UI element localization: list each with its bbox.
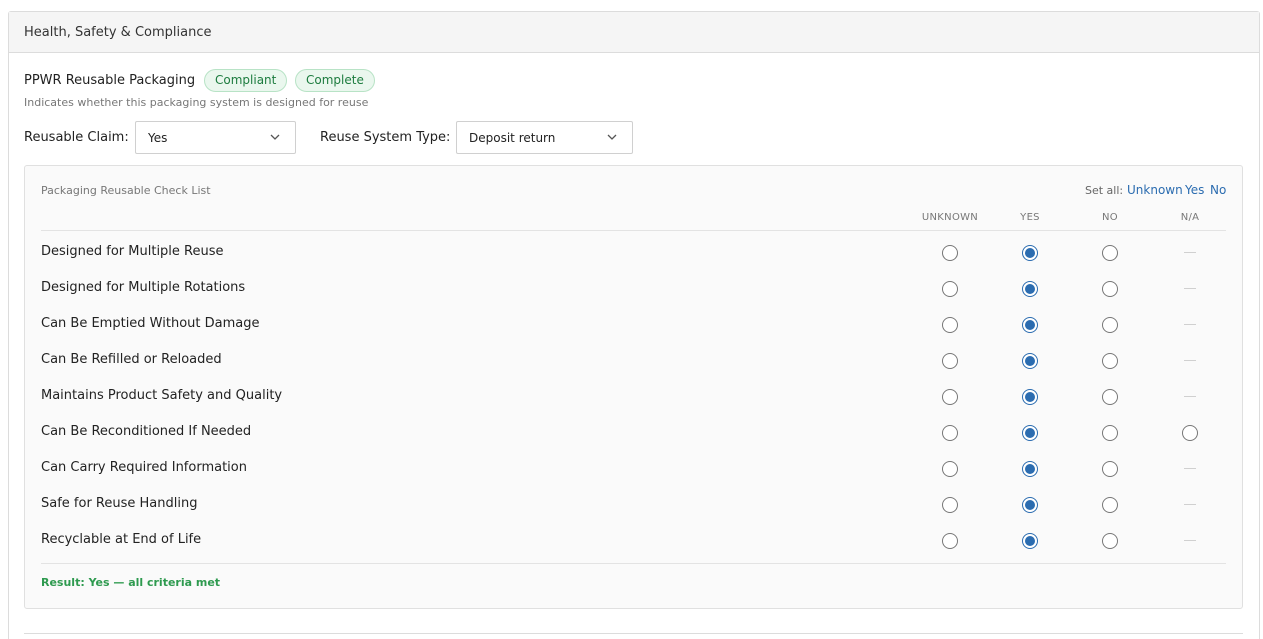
radio-unknown[interactable] [942, 425, 958, 441]
checklist-row: Recyclable at End of Life [25, 523, 1242, 559]
reuse-system-type-value: Deposit return [469, 131, 556, 145]
section-title: PPWR Reusable Packaging [24, 73, 196, 88]
radio-yes[interactable] [1022, 461, 1038, 477]
panel-title: Health, Safety & Compliance [24, 25, 212, 40]
compliance-panel: Health, Safety & Compliance PPWR Reusabl… [8, 11, 1260, 639]
set-all-no-link[interactable]: No [1210, 183, 1226, 197]
reusable-claim-select[interactable]: Yes [135, 121, 296, 154]
radio-no[interactable] [1102, 497, 1118, 513]
checklist-row: Can Carry Required Information [25, 451, 1242, 487]
na-unavailable-dash [1184, 252, 1196, 253]
reuse-system-type-label: Reuse System Type: [320, 130, 451, 145]
radio-no[interactable] [1102, 317, 1118, 333]
radio-yes[interactable] [1022, 425, 1038, 441]
radio-no[interactable] [1102, 281, 1118, 297]
checklist-row: Designed for Multiple Reuse [25, 235, 1242, 271]
radio-yes[interactable] [1022, 353, 1038, 369]
checklist-row: Can Be Emptied Without Damage [25, 307, 1242, 343]
radio-no[interactable] [1102, 461, 1118, 477]
footer-divider [41, 563, 1226, 564]
na-unavailable-dash [1184, 288, 1196, 289]
header-divider [41, 230, 1226, 231]
reuse-system-type-select[interactable]: Deposit return [456, 121, 633, 154]
radio-unknown[interactable] [942, 317, 958, 333]
radio-unknown[interactable] [942, 281, 958, 297]
checklist-row: Maintains Product Safety and Quality [25, 379, 1242, 415]
radio-no[interactable] [1102, 389, 1118, 405]
checklist-row-label: Can Be Refilled or Reloaded [41, 352, 222, 367]
radio-unknown[interactable] [942, 353, 958, 369]
checklist-row: Can Be Reconditioned If Needed [25, 415, 1242, 451]
checklist-title: Packaging Reusable Check List [41, 184, 211, 197]
radio-yes[interactable] [1022, 245, 1038, 261]
section-divider [24, 633, 1243, 634]
chevron-down-icon [607, 134, 617, 140]
radio-unknown[interactable] [942, 389, 958, 405]
radio-na[interactable] [1182, 425, 1198, 441]
radio-no[interactable] [1102, 353, 1118, 369]
column-header-unknown: UNKNOWN [921, 212, 979, 223]
radio-no[interactable] [1102, 245, 1118, 261]
radio-yes[interactable] [1022, 389, 1038, 405]
reusable-claim-value: Yes [148, 131, 168, 145]
radio-unknown[interactable] [942, 461, 958, 477]
radio-yes[interactable] [1022, 497, 1038, 513]
radio-no[interactable] [1102, 533, 1118, 549]
radio-unknown[interactable] [942, 497, 958, 513]
checklist-row-label: Designed for Multiple Rotations [41, 280, 246, 295]
checklist-row-label: Recyclable at End of Life [41, 532, 202, 547]
set-all-yes-link[interactable]: Yes [1185, 183, 1204, 197]
checklist-row: Safe for Reuse Handling [25, 487, 1242, 523]
checklist-row-label: Can Carry Required Information [41, 460, 247, 475]
reusable-checklist: Packaging Reusable Check List Set all: U… [24, 165, 1243, 609]
checklist-row: Designed for Multiple Rotations [25, 271, 1242, 307]
column-header-yes: YES [1020, 212, 1040, 223]
section-description: Indicates whether this packaging system … [24, 96, 369, 109]
chevron-down-icon [270, 134, 280, 140]
set-all-label: Set all: [1085, 184, 1124, 197]
na-unavailable-dash [1184, 504, 1196, 505]
radio-yes[interactable] [1022, 317, 1038, 333]
column-header-no: NO [1102, 212, 1118, 223]
na-unavailable-dash [1184, 468, 1196, 469]
checklist-row-label: Safe for Reuse Handling [41, 496, 198, 511]
na-unavailable-dash [1184, 540, 1196, 541]
radio-unknown[interactable] [942, 533, 958, 549]
complete-badge: Complete [295, 69, 375, 92]
compliant-badge: Compliant [204, 69, 288, 92]
radio-yes[interactable] [1022, 281, 1038, 297]
column-header-na: N/A [1180, 212, 1200, 223]
radio-no[interactable] [1102, 425, 1118, 441]
na-unavailable-dash [1184, 324, 1196, 325]
result-text: Result: Yes — all criteria met [41, 576, 221, 589]
checklist-row-label: Maintains Product Safety and Quality [41, 388, 283, 403]
radio-yes[interactable] [1022, 533, 1038, 549]
checklist-row-label: Can Be Emptied Without Damage [41, 316, 260, 331]
checklist-row-label: Can Be Reconditioned If Needed [41, 424, 252, 439]
set-all-unknown-link[interactable]: Unknown [1127, 183, 1183, 197]
radio-unknown[interactable] [942, 245, 958, 261]
reusable-claim-label: Reusable Claim: [24, 130, 129, 145]
checklist-row-label: Designed for Multiple Reuse [41, 244, 224, 259]
na-unavailable-dash [1184, 360, 1196, 361]
na-unavailable-dash [1184, 396, 1196, 397]
checklist-row: Can Be Refilled or Reloaded [25, 343, 1242, 379]
panel-header: Health, Safety & Compliance [9, 12, 1259, 53]
